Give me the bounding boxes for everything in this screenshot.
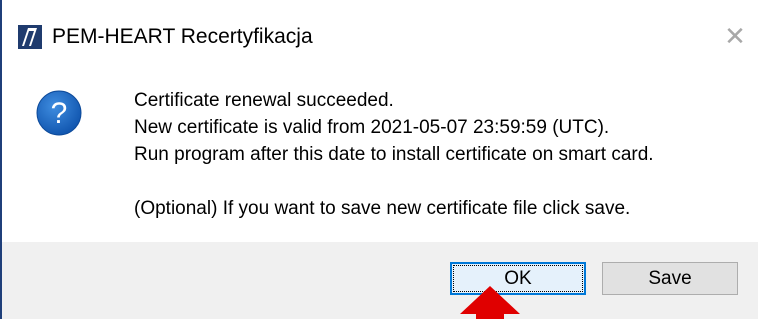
message-text: Certificate renewal succeeded. New certi…: [134, 87, 654, 222]
svg-text:?: ?: [51, 97, 68, 130]
close-button[interactable]: ✕: [720, 20, 750, 52]
save-button-label: Save: [648, 267, 692, 289]
save-button[interactable]: Save: [602, 262, 738, 295]
title-bar[interactable]: PEM-HEART Recertyfikacja ✕: [2, 0, 758, 72]
window-title: PEM-HEART Recertyfikacja: [52, 25, 313, 48]
dialog-content: ? Certificate renewal succeeded. New cer…: [2, 72, 758, 242]
message-line-optional: (Optional) If you want to save new certi…: [134, 198, 631, 219]
red-arrow-icon: [460, 286, 520, 319]
message-line-validity: New certificate is valid from 2021-05-07…: [134, 117, 610, 138]
close-icon: ✕: [724, 21, 746, 51]
app-logo-icon: [18, 25, 42, 49]
message-line-instruction: Run program after this date to install c…: [134, 144, 654, 165]
button-bar: OK Save: [2, 242, 758, 319]
message-line-renewal: Certificate renewal succeeded.: [134, 90, 394, 111]
dialog-window: PEM-HEART Recertyfikacja ✕ ? Certificate…: [0, 0, 758, 319]
question-icon: ?: [36, 90, 82, 136]
